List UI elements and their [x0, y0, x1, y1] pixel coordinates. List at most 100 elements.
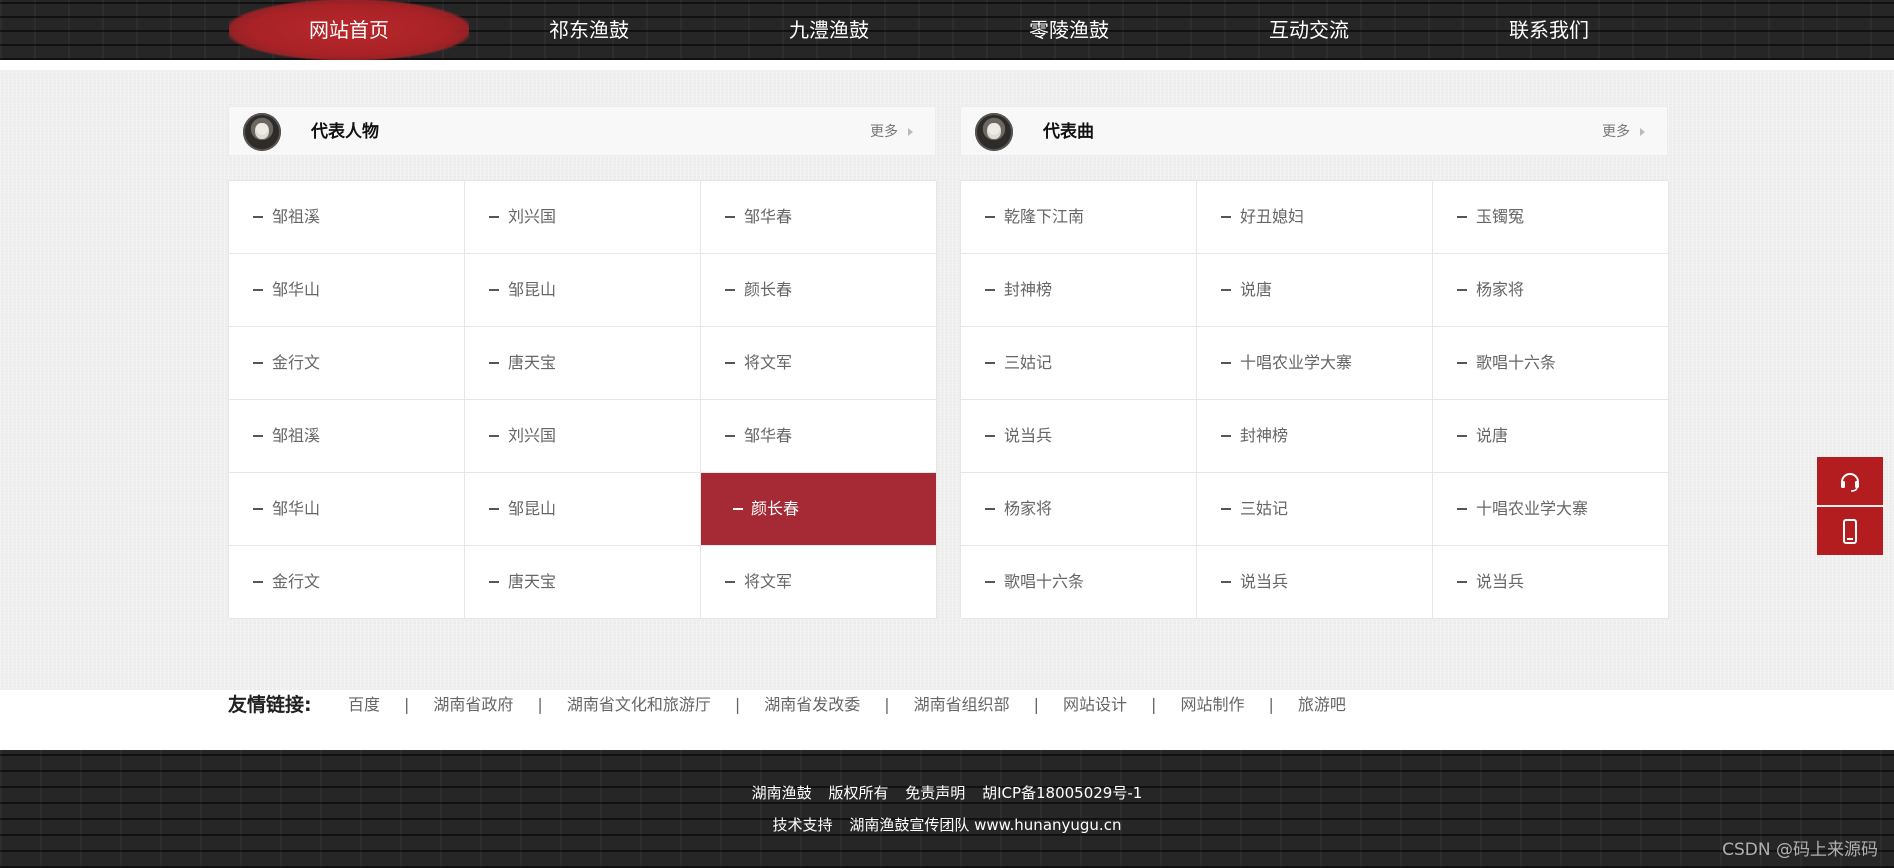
song-item-label: 歌唱十六条: [1004, 572, 1085, 591]
footer-disclaimer-link[interactable]: 免责声明: [905, 784, 965, 802]
song-list-item[interactable]: 玉镯冤: [1433, 181, 1669, 254]
nav-item-contact[interactable]: 联系我们: [1429, 0, 1669, 60]
nav-item-jiuli-yugu[interactable]: 九澧渔鼓: [709, 0, 949, 60]
dash-bullet-icon: [725, 362, 735, 364]
person-list-item[interactable]: 邹祖溪: [229, 181, 465, 254]
dash-bullet-icon: [985, 289, 995, 291]
dash-bullet-icon: [489, 435, 499, 437]
nav-item-interaction[interactable]: 互动交流: [1189, 0, 1429, 60]
song-list-item[interactable]: 歌唱十六条: [961, 546, 1197, 619]
song-list-item[interactable]: 十唱农业学大寨: [1433, 473, 1669, 546]
song-list-item[interactable]: 十唱农业学大寨: [1197, 327, 1433, 400]
nav-item-qidong-yugu[interactable]: 祁东渔鼓: [469, 0, 709, 60]
song-item-label: 杨家将: [1004, 499, 1053, 518]
footer-support-team[interactable]: 湖南渔鼓宣传团队 www.hunanyugu.cn: [849, 816, 1121, 834]
song-list-item[interactable]: 杨家将: [961, 473, 1197, 546]
dash-bullet-icon: [1457, 216, 1467, 218]
person-list-item[interactable]: 颜长春: [701, 473, 937, 546]
song-item-label: 说唐: [1476, 426, 1509, 445]
person-list-item[interactable]: 金行文: [229, 327, 465, 400]
customer-service-button[interactable]: [1817, 457, 1883, 505]
watermark-text: CSDN @码上来源码: [1722, 840, 1878, 860]
dash-bullet-icon: [1457, 508, 1467, 510]
nav-item-home[interactable]: 网站首页: [229, 0, 469, 60]
person-list-item[interactable]: 将文军: [701, 546, 937, 619]
person-item-label: 邹昆山: [508, 499, 557, 518]
friend-links: 友情链接: 百度 | 湖南省政府 | 湖南省文化和旅游厅 | 湖南省发改委 | 湖南省组织部 | 网…: [228, 690, 1668, 750]
person-item-label: 金行文: [272, 353, 321, 372]
person-list-item[interactable]: 唐天宝: [465, 327, 701, 400]
song-list-item[interactable]: 杨家将: [1433, 254, 1669, 327]
dash-bullet-icon: [733, 508, 743, 510]
song-list-item[interactable]: 歌唱十六条: [1433, 327, 1669, 400]
nav-label: 互动交流: [1269, 18, 1349, 42]
mobile-site-button[interactable]: [1817, 507, 1883, 555]
dash-bullet-icon: [253, 362, 263, 364]
dash-bullet-icon: [985, 216, 995, 218]
nav-item-lingling-yugu[interactable]: 零陵渔鼓: [949, 0, 1189, 60]
person-list-item[interactable]: 刘兴国: [465, 181, 701, 254]
dash-bullet-icon: [1221, 289, 1231, 291]
more-link[interactable]: 更多: [1602, 107, 1645, 157]
song-list-item[interactable]: 说唐: [1197, 254, 1433, 327]
song-list-item[interactable]: 乾隆下江南: [961, 181, 1197, 254]
person-list-item[interactable]: 颜长春: [701, 254, 937, 327]
person-item-label: 邹昆山: [508, 280, 557, 299]
song-item-label: 说当兵: [1240, 572, 1289, 591]
song-list-item[interactable]: 封神榜: [1197, 400, 1433, 473]
person-list-item[interactable]: 邹华山: [229, 254, 465, 327]
song-item-label: 十唱农业学大寨: [1240, 353, 1353, 372]
song-list-item[interactable]: 说唐: [1433, 400, 1669, 473]
friend-links-title: 友情链接:: [228, 694, 312, 716]
song-item-label: 三姑记: [1004, 353, 1053, 372]
portrait-avatar: [243, 113, 281, 151]
song-item-label: 说当兵: [1476, 572, 1525, 591]
footer-site-name: 湖南渔鼓: [751, 784, 812, 802]
person-list-item[interactable]: 刘兴国: [465, 400, 701, 473]
friend-link[interactable]: 网站制作: [1180, 690, 1244, 720]
more-link[interactable]: 更多: [870, 107, 913, 157]
friend-link[interactable]: 湖南省发改委: [764, 690, 860, 720]
person-list-item[interactable]: 邹昆山: [465, 254, 701, 327]
person-list-item[interactable]: 邹华山: [229, 473, 465, 546]
chevron-right-icon: [1640, 128, 1645, 136]
panel-title: 代表曲: [1043, 122, 1094, 142]
person-list-item[interactable]: 将文军: [701, 327, 937, 400]
person-list-item[interactable]: 邹祖溪: [229, 400, 465, 473]
dash-bullet-icon: [725, 216, 735, 218]
footer-copyright: 版权所有: [828, 784, 889, 802]
person-list-item[interactable]: 邹昆山: [465, 473, 701, 546]
nav-label: 九澧渔鼓: [789, 18, 869, 42]
song-list-item[interactable]: 封神榜: [961, 254, 1197, 327]
dash-bullet-icon: [253, 216, 263, 218]
song-list-item[interactable]: 说当兵: [961, 400, 1197, 473]
friend-link[interactable]: 湖南省政府: [433, 690, 513, 720]
dash-bullet-icon: [1221, 435, 1231, 437]
person-list-item[interactable]: 唐天宝: [465, 546, 701, 619]
nav-label: 祁东渔鼓: [549, 18, 629, 42]
person-list-item[interactable]: 邹华春: [701, 400, 937, 473]
song-list-item[interactable]: 好丑媳妇: [1197, 181, 1433, 254]
friend-link[interactable]: 湖南省组织部: [914, 690, 1010, 720]
dash-bullet-icon: [253, 289, 263, 291]
friend-link[interactable]: 湖南省文化和旅游厅: [567, 690, 711, 720]
song-list-item[interactable]: 三姑记: [961, 327, 1197, 400]
friend-link[interactable]: 网站设计: [1063, 690, 1127, 720]
dash-bullet-icon: [725, 289, 735, 291]
friend-link[interactable]: 百度: [348, 690, 380, 720]
song-item-label: 封神榜: [1004, 280, 1053, 299]
panel-header: 代表人物 更多: [228, 106, 936, 156]
friend-link[interactable]: 旅游吧: [1298, 690, 1346, 720]
person-item-label: 邹华山: [272, 499, 321, 518]
dash-bullet-icon: [1457, 581, 1467, 583]
link-separator: |: [1033, 695, 1040, 714]
person-list-item[interactable]: 邹华春: [701, 181, 937, 254]
song-list-item[interactable]: 说当兵: [1433, 546, 1669, 619]
person-item-label: 刘兴国: [508, 207, 557, 226]
footer-icp-number[interactable]: 胡ICP备18005029号-1: [982, 784, 1142, 802]
footer-line-copyright: 湖南渔鼓 版权所有 免责声明 胡ICP备18005029号-1: [0, 782, 1894, 803]
dash-bullet-icon: [985, 508, 995, 510]
song-list-item[interactable]: 三姑记: [1197, 473, 1433, 546]
person-list-item[interactable]: 金行文: [229, 546, 465, 619]
song-list-item[interactable]: 说当兵: [1197, 546, 1433, 619]
